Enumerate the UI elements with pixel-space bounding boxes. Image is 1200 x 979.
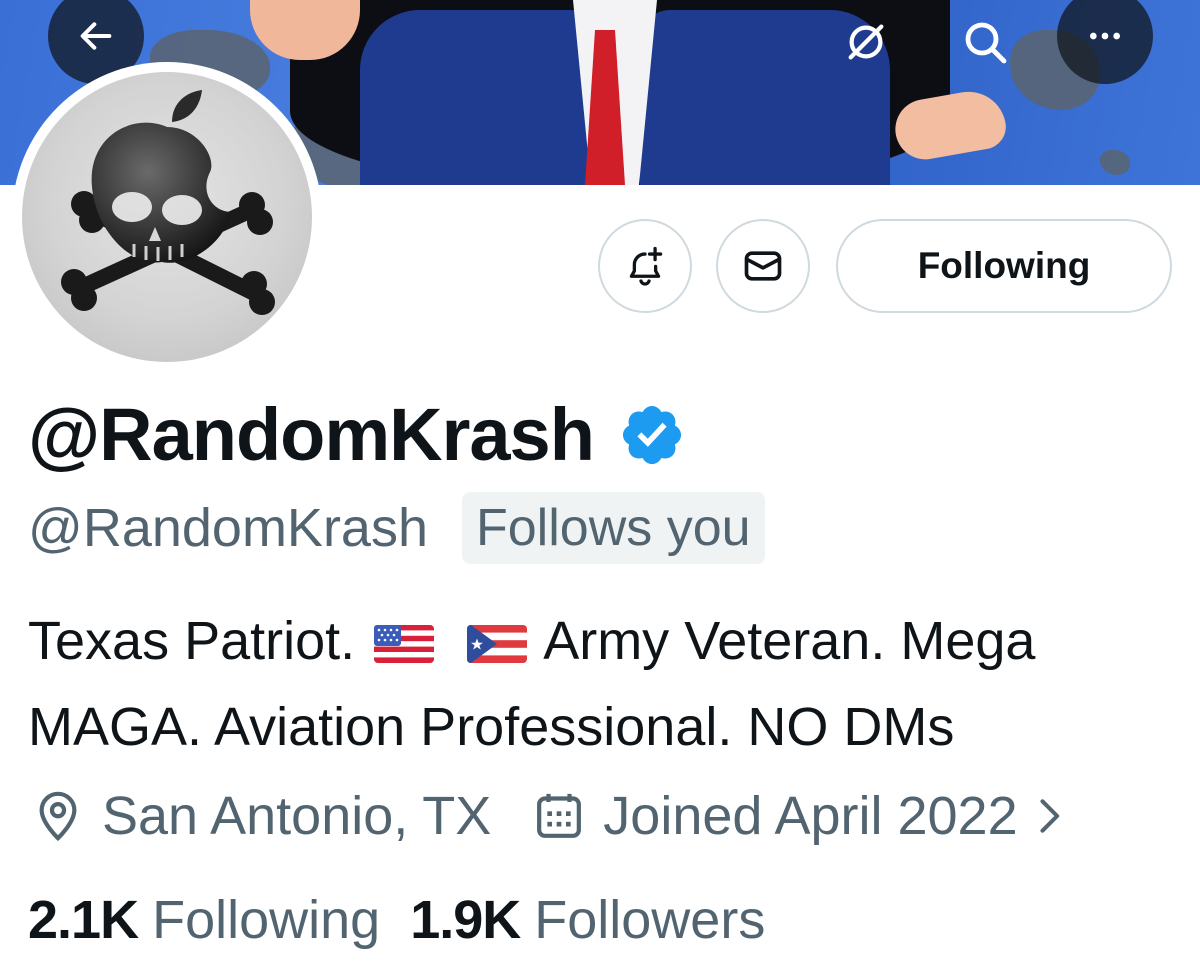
display-name: @RandomKrash xyxy=(28,392,686,477)
user-handle: @RandomKrash xyxy=(28,498,428,558)
followers-stat[interactable]: 1.9K Followers xyxy=(410,889,765,951)
profile-avatar[interactable] xyxy=(12,62,322,372)
followers-count: 1.9K xyxy=(410,890,521,950)
search-icon xyxy=(965,22,1007,64)
verified-badge-icon[interactable] xyxy=(618,401,686,469)
location-text: San Antonio, TX xyxy=(102,786,492,846)
location-pin-icon xyxy=(39,791,77,842)
banner-rock xyxy=(1100,150,1130,175)
envelope-icon xyxy=(744,251,782,281)
followers-label: Followers xyxy=(534,890,766,950)
puerto-rico-flag-emoji xyxy=(467,625,528,663)
arrow-left-icon xyxy=(80,22,112,50)
following-button[interactable]: Following xyxy=(836,219,1172,313)
skull-crossbones-apple-icon xyxy=(61,90,275,315)
search-button[interactable] xyxy=(955,12,1015,72)
avatar-image xyxy=(22,72,312,362)
follows-you-badge: Follows you xyxy=(462,492,765,564)
calendar-icon xyxy=(537,793,582,838)
following-stat[interactable]: 2.1K Following xyxy=(28,889,380,951)
banner-suit-left xyxy=(360,10,600,185)
following-count: 2.1K xyxy=(28,890,139,950)
slashed-circle-icon xyxy=(848,24,884,60)
notifications-button[interactable] xyxy=(598,219,692,313)
bell-plus-icon xyxy=(629,246,663,286)
profile-bio: Texas Patriot. Army Veteran. Mega MAGA. … xyxy=(28,598,1188,770)
follow-stats: 2.1K Following 1.9K Followers xyxy=(28,884,765,956)
bio-text-1: Texas Patriot. xyxy=(28,611,356,671)
profile-meta: San Antonio, TX Joined April 2022 xyxy=(30,780,1070,852)
display-name-text: @RandomKrash xyxy=(28,393,595,476)
joined-text: Joined April 2022 xyxy=(603,786,1018,846)
more-horizontal-icon xyxy=(1090,32,1120,40)
message-button[interactable] xyxy=(716,219,810,313)
following-label: Following xyxy=(152,890,381,950)
chevron-right-icon[interactable] xyxy=(1026,794,1070,838)
handle-row: @RandomKrash Follows you xyxy=(28,492,765,564)
us-flag-emoji xyxy=(374,625,435,663)
grok-button[interactable] xyxy=(838,14,894,70)
